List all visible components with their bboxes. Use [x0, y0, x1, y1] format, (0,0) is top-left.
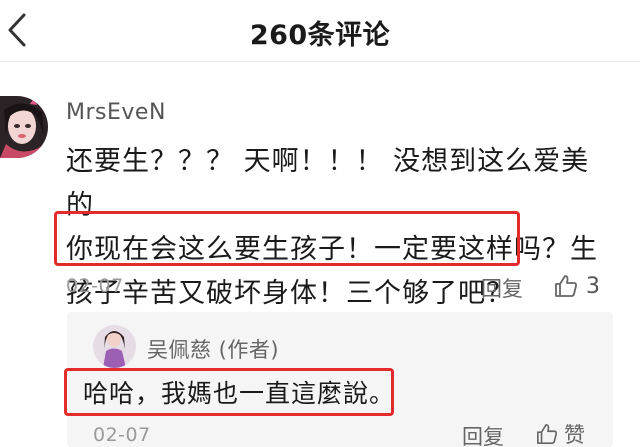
page-title: 260条评论 [249, 20, 391, 51]
reply-date: 02-07 [93, 424, 151, 446]
like-count: 3 [586, 273, 600, 299]
thumbs-up-icon [555, 275, 577, 297]
reply-like-button[interactable]: 赞 [536, 420, 585, 447]
avatar[interactable] [0, 96, 48, 158]
comments-page: 260条评论 MrsEveN 还要生？？？ 天啊！！！ 没想到这么爱美的 你现在… [0, 0, 640, 447]
reply-author[interactable]: 吴佩慈 (作者) [147, 334, 279, 364]
comment-date: 02-07 [66, 275, 124, 297]
comment-username[interactable]: MrsEveN [66, 100, 166, 125]
reply-button[interactable]: 回复 [481, 273, 523, 303]
comment-line: 孩子辛苦又破坏身体！三个够了吧？ [66, 278, 514, 309]
like-button[interactable]: 3 [554, 272, 600, 300]
reply-reply-button[interactable]: 回复 [462, 421, 504, 447]
reply-like-label: 赞 [564, 423, 585, 447]
reply-highlight-box [64, 368, 394, 416]
reply-avatar[interactable] [93, 325, 136, 368]
top-bar: 260条评论 [0, 0, 640, 62]
highlight-box [54, 211, 520, 266]
thumbs-up-icon [537, 424, 558, 444]
